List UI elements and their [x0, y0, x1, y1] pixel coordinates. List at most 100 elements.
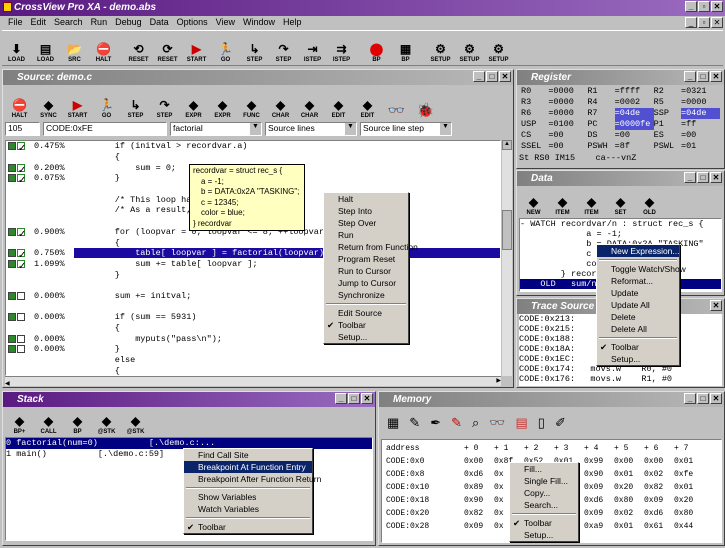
menu-item-jump-to-cursor[interactable]: Jump to Cursor: [324, 277, 408, 289]
memory-byte[interactable]: 0x61: [644, 520, 674, 533]
data-close-button[interactable]: ✕: [710, 172, 722, 183]
memory-address[interactable]: CODE:0x10: [386, 481, 464, 494]
memory-close-button[interactable]: ✕: [710, 393, 722, 404]
menu-item-synchronize[interactable]: Synchronize: [324, 289, 408, 301]
source-minimize-button[interactable]: _: [473, 71, 485, 82]
data-item-button[interactable]: ◆ ITEM: [577, 195, 606, 216]
source-line[interactable]: ✓ 1.099% sum += table[ loopvar ];: [6, 259, 500, 272]
menu-item-breakpoint-at-function-entry[interactable]: Breakpoint At Function Entry: [184, 461, 312, 473]
memory-byte[interactable]: 0xd6: [584, 494, 614, 507]
memory-byte[interactable]: 0xd6: [644, 507, 674, 520]
source-line[interactable]: ✓ 0.750% table[ loopvar ] = factorial(loo…: [6, 247, 500, 261]
source-line[interactable]: 0.000% }: [6, 344, 500, 355]
memory-byte[interactable]: 0x02: [644, 468, 674, 481]
main-halt-button[interactable]: ⛔ HALT: [89, 42, 118, 63]
line-markers[interactable]: [6, 313, 34, 322]
source-line[interactable]: [6, 280, 500, 291]
menu-data[interactable]: Data: [146, 16, 173, 29]
register-minimize-button[interactable]: _: [684, 71, 696, 82]
menu-file[interactable]: File: [4, 16, 27, 29]
stack-maximize-button[interactable]: □: [348, 393, 360, 404]
menu-item-toolbar[interactable]: Toolbar: [510, 517, 578, 529]
stack-call-button[interactable]: ◆ CALL: [34, 414, 63, 435]
coverage-marker[interactable]: [8, 142, 16, 151]
source-line[interactable]: 0.000% myputs("pass\n");: [6, 333, 500, 344]
memory-byte[interactable]: 0x82: [464, 507, 494, 520]
register-value[interactable]: =0000fe: [614, 119, 654, 130]
source-line[interactable]: {: [6, 237, 500, 248]
watch-line[interactable]: - WATCH recordvar/n : struct rec_s {: [520, 219, 721, 229]
data-maximize-button[interactable]: □: [697, 172, 709, 183]
memory-byte[interactable]: 0x44: [674, 520, 704, 533]
memory-address[interactable]: CODE:0x8: [386, 468, 464, 481]
main-reset-button[interactable]: ⟳ RESET: [153, 42, 182, 63]
coverage-marker[interactable]: [8, 174, 16, 183]
register-value[interactable]: =0000: [548, 86, 587, 97]
main-start-button[interactable]: ▶ START: [182, 42, 211, 63]
source-maximize-button[interactable]: □: [486, 71, 498, 82]
source-line[interactable]: 0.000% if (sum == 5931): [6, 312, 500, 323]
memory-byte[interactable]: 0x09: [644, 494, 674, 507]
main-setup-button[interactable]: ⚙ SETUP: [426, 42, 455, 63]
memory-byte[interactable]: 0x89: [464, 481, 494, 494]
main-src-button[interactable]: 📂 SRC: [60, 42, 89, 63]
menu-window[interactable]: Window: [239, 16, 279, 29]
menu-item-reformat[interactable]: Reformat...: [597, 275, 679, 287]
close-button[interactable]: ✕: [711, 1, 723, 12]
main-reset-button[interactable]: ⟲ RESET: [124, 42, 153, 63]
coverage-marker[interactable]: [8, 334, 16, 343]
menu-options[interactable]: Options: [173, 16, 212, 29]
register-value[interactable]: =00: [548, 130, 587, 141]
register-value[interactable]: =04de: [614, 108, 654, 119]
source-step-button[interactable]: ↳ STEP: [121, 98, 150, 119]
breakpoint-checkbox[interactable]: ✓: [17, 249, 26, 261]
register-maximize-button[interactable]: □: [697, 71, 709, 82]
menu-edit[interactable]: Edit: [27, 16, 51, 29]
register-value[interactable]: =0321: [681, 86, 720, 97]
step-mode-select[interactable]: Source line step ▼: [360, 122, 452, 136]
memory-byte[interactable]: 0x00: [614, 455, 644, 468]
memory-byte[interactable]: 0x01: [674, 481, 704, 494]
menu-item-setup[interactable]: Setup...: [597, 353, 679, 365]
memory-byte[interactable]: 0x09: [464, 520, 494, 533]
line-markers[interactable]: ✓: [6, 163, 34, 176]
source-go-button[interactable]: 🏃 GO: [92, 98, 121, 119]
line-markers[interactable]: ✓: [6, 227, 34, 240]
line-markers[interactable]: ✓: [6, 142, 34, 154]
breakpoint-checkbox[interactable]: ✓: [17, 227, 26, 240]
memory-byte[interactable]: 0x02: [614, 507, 644, 520]
coverage-marker[interactable]: [8, 291, 16, 300]
memory-chip-icon[interactable]: ▤: [515, 415, 527, 431]
data-old-button[interactable]: ◆ OLD: [635, 195, 664, 216]
glasses-icon[interactable]: 👓: [382, 102, 411, 119]
register-value[interactable]: =01: [681, 141, 720, 152]
menu-item-fill[interactable]: Fill...: [510, 463, 578, 475]
source-expr-button[interactable]: ◆ EXPR: [208, 98, 237, 119]
menu-item-step-into[interactable]: Step Into: [324, 205, 408, 217]
memory-minimize-button[interactable]: _: [684, 393, 696, 404]
menu-item-single-fill[interactable]: Single Fill...: [510, 475, 578, 487]
register-value[interactable]: =8f: [615, 141, 654, 152]
source-close-button[interactable]: ✕: [499, 71, 511, 82]
memory-byte[interactable]: 0x00: [644, 455, 674, 468]
mdi-restore-button[interactable]: ▫: [698, 17, 710, 28]
watch-line[interactable]: a = -1;: [520, 229, 721, 239]
menu-item-copy[interactable]: Copy...: [510, 487, 578, 499]
menu-item-toggle-watch-show[interactable]: Toggle Watch/Show: [597, 263, 686, 275]
menu-item-breakpoint-after-function-return[interactable]: Breakpoint After Function Return: [184, 473, 321, 485]
breakpoint-checkbox[interactable]: ✓: [17, 259, 26, 272]
main-istep-button[interactable]: ⇉ ISTEP: [327, 42, 356, 63]
function-dropdown-arrow[interactable]: ▼: [250, 123, 261, 135]
memory-byte[interactable]: 0xd6: [464, 468, 494, 481]
memory-byte[interactable]: 0x00: [464, 455, 494, 468]
source-line[interactable]: {: [6, 365, 500, 375]
register-value[interactable]: =00: [548, 141, 587, 152]
coverage-marker[interactable]: [8, 227, 16, 236]
menu-item-new-expression[interactable]: New Expression...: [597, 245, 680, 257]
source-expr-button[interactable]: ◆ EXPR: [179, 98, 208, 119]
memory-byte[interactable]: 0x80: [614, 494, 644, 507]
register-value[interactable]: =ffff: [615, 86, 654, 97]
memory-red-icon[interactable]: ✎: [451, 415, 462, 431]
memory-byte[interactable]: 0x01: [674, 455, 704, 468]
breakpoint-checkbox[interactable]: [17, 313, 25, 322]
